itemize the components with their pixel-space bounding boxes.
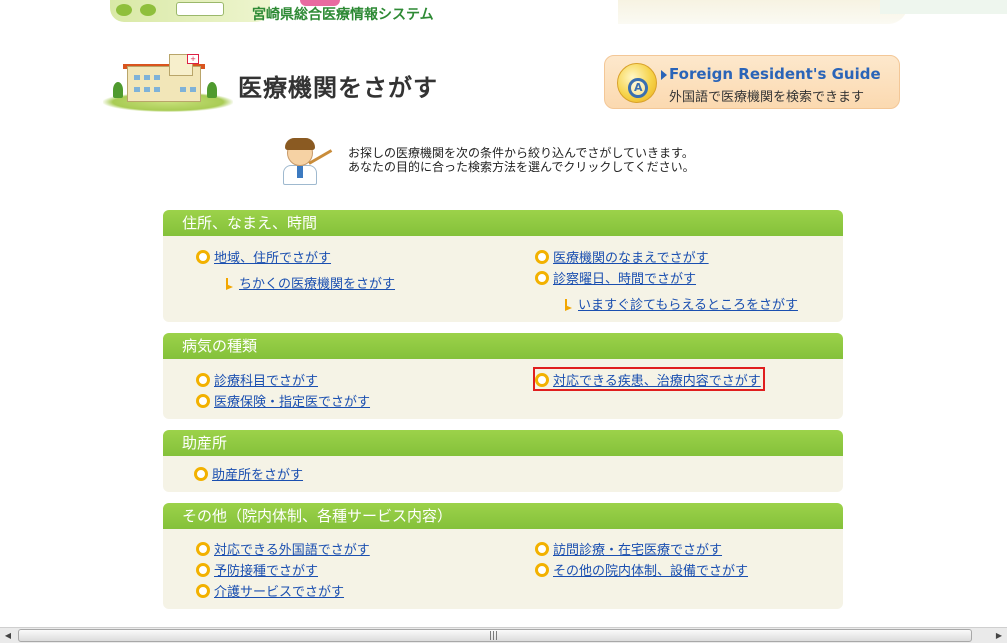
instruction-line: あなたの目的に合った検索方法を選んでクリックしてください。 (348, 160, 695, 174)
bullet-circle-icon (535, 372, 549, 387)
bullet-circle-icon (194, 466, 208, 481)
link-item: いますぐ診てもらえるところをさがす (564, 294, 798, 313)
bullet-circle-icon (535, 270, 549, 285)
search-by-vaccination-link[interactable]: 予防接種でさがす (214, 560, 318, 579)
search-by-insurance-link[interactable]: 医療保険・指定医でさがす (214, 391, 370, 410)
search-by-name-link[interactable]: 医療機関のなまえでさがす (553, 247, 709, 266)
bullet-circle-icon (196, 249, 210, 264)
search-midwife-link[interactable]: 助産所をさがす (212, 464, 303, 483)
bush-icon (116, 4, 132, 16)
hospital-illustration-icon: + (103, 52, 233, 114)
bullet-circle-icon (196, 562, 210, 577)
top-banner: 宮崎県総合医療情報システム (0, 0, 1007, 30)
system-title: 宮崎県総合医療情報システム (252, 7, 434, 23)
bullet-circle-icon (535, 562, 549, 577)
link-item: 対応できる疾患、治療内容でさがす (535, 370, 761, 389)
section-disease-type: 病気の種類 診療科目でさがす 医療保険・指定医でさがす 対応できる疾患、治療内容… (163, 333, 843, 419)
link-item: 地域、住所でさがす (196, 247, 331, 266)
foreign-resident-guide-button[interactable]: A Foreign Resident's Guide 外国語で医療機関を検索でき… (604, 55, 900, 109)
guide-subtitle: 外国語で医療機関を検索できます (669, 90, 865, 105)
bullet-circle-icon (535, 249, 549, 264)
link-item: 予防接種でさがす (196, 560, 318, 579)
section-header: 住所、なまえ、時間 (163, 210, 843, 236)
grip-icon: ||| (489, 631, 499, 641)
link-item: 医療保険・指定医でさがす (196, 391, 370, 410)
link-item: その他の院内体制、設備でさがす (535, 560, 748, 579)
scroll-left-icon[interactable]: ◀ (0, 628, 16, 643)
section-other-services: その他（院内体制、各種サービス内容） 対応できる外国語でさがす 予防接種でさがす… (163, 503, 843, 609)
horizontal-scrollbar[interactable]: ◀ ||| ▶ (0, 627, 1007, 643)
tree-icon (207, 82, 217, 98)
hospital-sign-icon: + (187, 54, 199, 64)
section-header: 病気の種類 (163, 333, 843, 359)
instruction-line: お探しの医療機関を次の条件から絞り込んでさがしていきます。 (348, 146, 694, 160)
section-midwife: 助産所 助産所をさがす (163, 430, 843, 492)
guide-title: Foreign Resident's Guide (669, 65, 881, 83)
sub-arrow-icon (564, 298, 574, 311)
bullet-circle-icon (196, 541, 210, 556)
search-by-home-care-link[interactable]: 訪問診療・在宅医療でさがす (553, 539, 722, 558)
link-item: ちかくの医療機関をさがす (225, 273, 395, 292)
search-by-facility-link[interactable]: その他の院内体制、設備でさがす (553, 560, 748, 579)
search-by-language-link[interactable]: 対応できる外国語でさがす (214, 539, 370, 558)
banner-illustration (110, 0, 270, 22)
link-item: 助産所をさがす (194, 464, 303, 483)
page-root: 宮崎県総合医療情報システム + 医療機関をさがす A Foreign Resid… (0, 0, 1007, 643)
banner-decoration (880, 0, 1007, 14)
link-item: 訪問診療・在宅医療でさがす (535, 539, 722, 558)
link-item: 診察曜日、時間でさがす (535, 268, 696, 287)
search-by-region-link[interactable]: 地域、住所でさがす (214, 247, 331, 266)
search-nearby-link[interactable]: ちかくの医療機関をさがす (239, 273, 395, 292)
search-by-disease-link[interactable]: 対応できる疾患、治療内容でさがす (553, 370, 761, 389)
search-by-department-link[interactable]: 診療科目でさがす (214, 370, 318, 389)
bullet-circle-icon (196, 583, 210, 598)
link-item: 対応できる外国語でさがす (196, 539, 370, 558)
sub-arrow-icon (225, 277, 235, 290)
ambulance-icon (176, 2, 224, 16)
section-address-name-time: 住所、なまえ、時間 地域、住所でさがす ちかくの医療機関をさがす 医療機関のなま… (163, 210, 843, 322)
banner-decoration (618, 0, 908, 24)
globe-search-icon: A (617, 63, 657, 103)
bullet-circle-icon (196, 393, 210, 408)
search-available-now-link[interactable]: いますぐ診てもらえるところをさがす (578, 294, 798, 313)
scrollbar-thumb[interactable]: ||| (18, 629, 972, 642)
bullet-circle-icon (196, 372, 210, 387)
link-item: 医療機関のなまえでさがす (535, 247, 709, 266)
bush-icon (140, 4, 156, 16)
section-header: 助産所 (163, 430, 843, 456)
link-item: 介護サービスでさがす (196, 581, 344, 600)
bullet-circle-icon (535, 541, 549, 556)
page-title: 医療機関をさがす (238, 74, 438, 102)
doctor-icon (279, 138, 339, 186)
arrow-right-icon (661, 70, 667, 80)
section-header: その他（院内体制、各種サービス内容） (163, 503, 843, 529)
tree-icon (113, 82, 123, 98)
link-item: 診療科目でさがす (196, 370, 318, 389)
search-by-care-service-link[interactable]: 介護サービスでさがす (214, 581, 344, 600)
scroll-right-icon[interactable]: ▶ (991, 628, 1007, 643)
search-by-day-time-link[interactable]: 診察曜日、時間でさがす (553, 268, 696, 287)
instruction-text: お探しの医療機関を次の条件から絞り込んでさがしていきます。 あなたの目的に合った… (348, 146, 695, 174)
